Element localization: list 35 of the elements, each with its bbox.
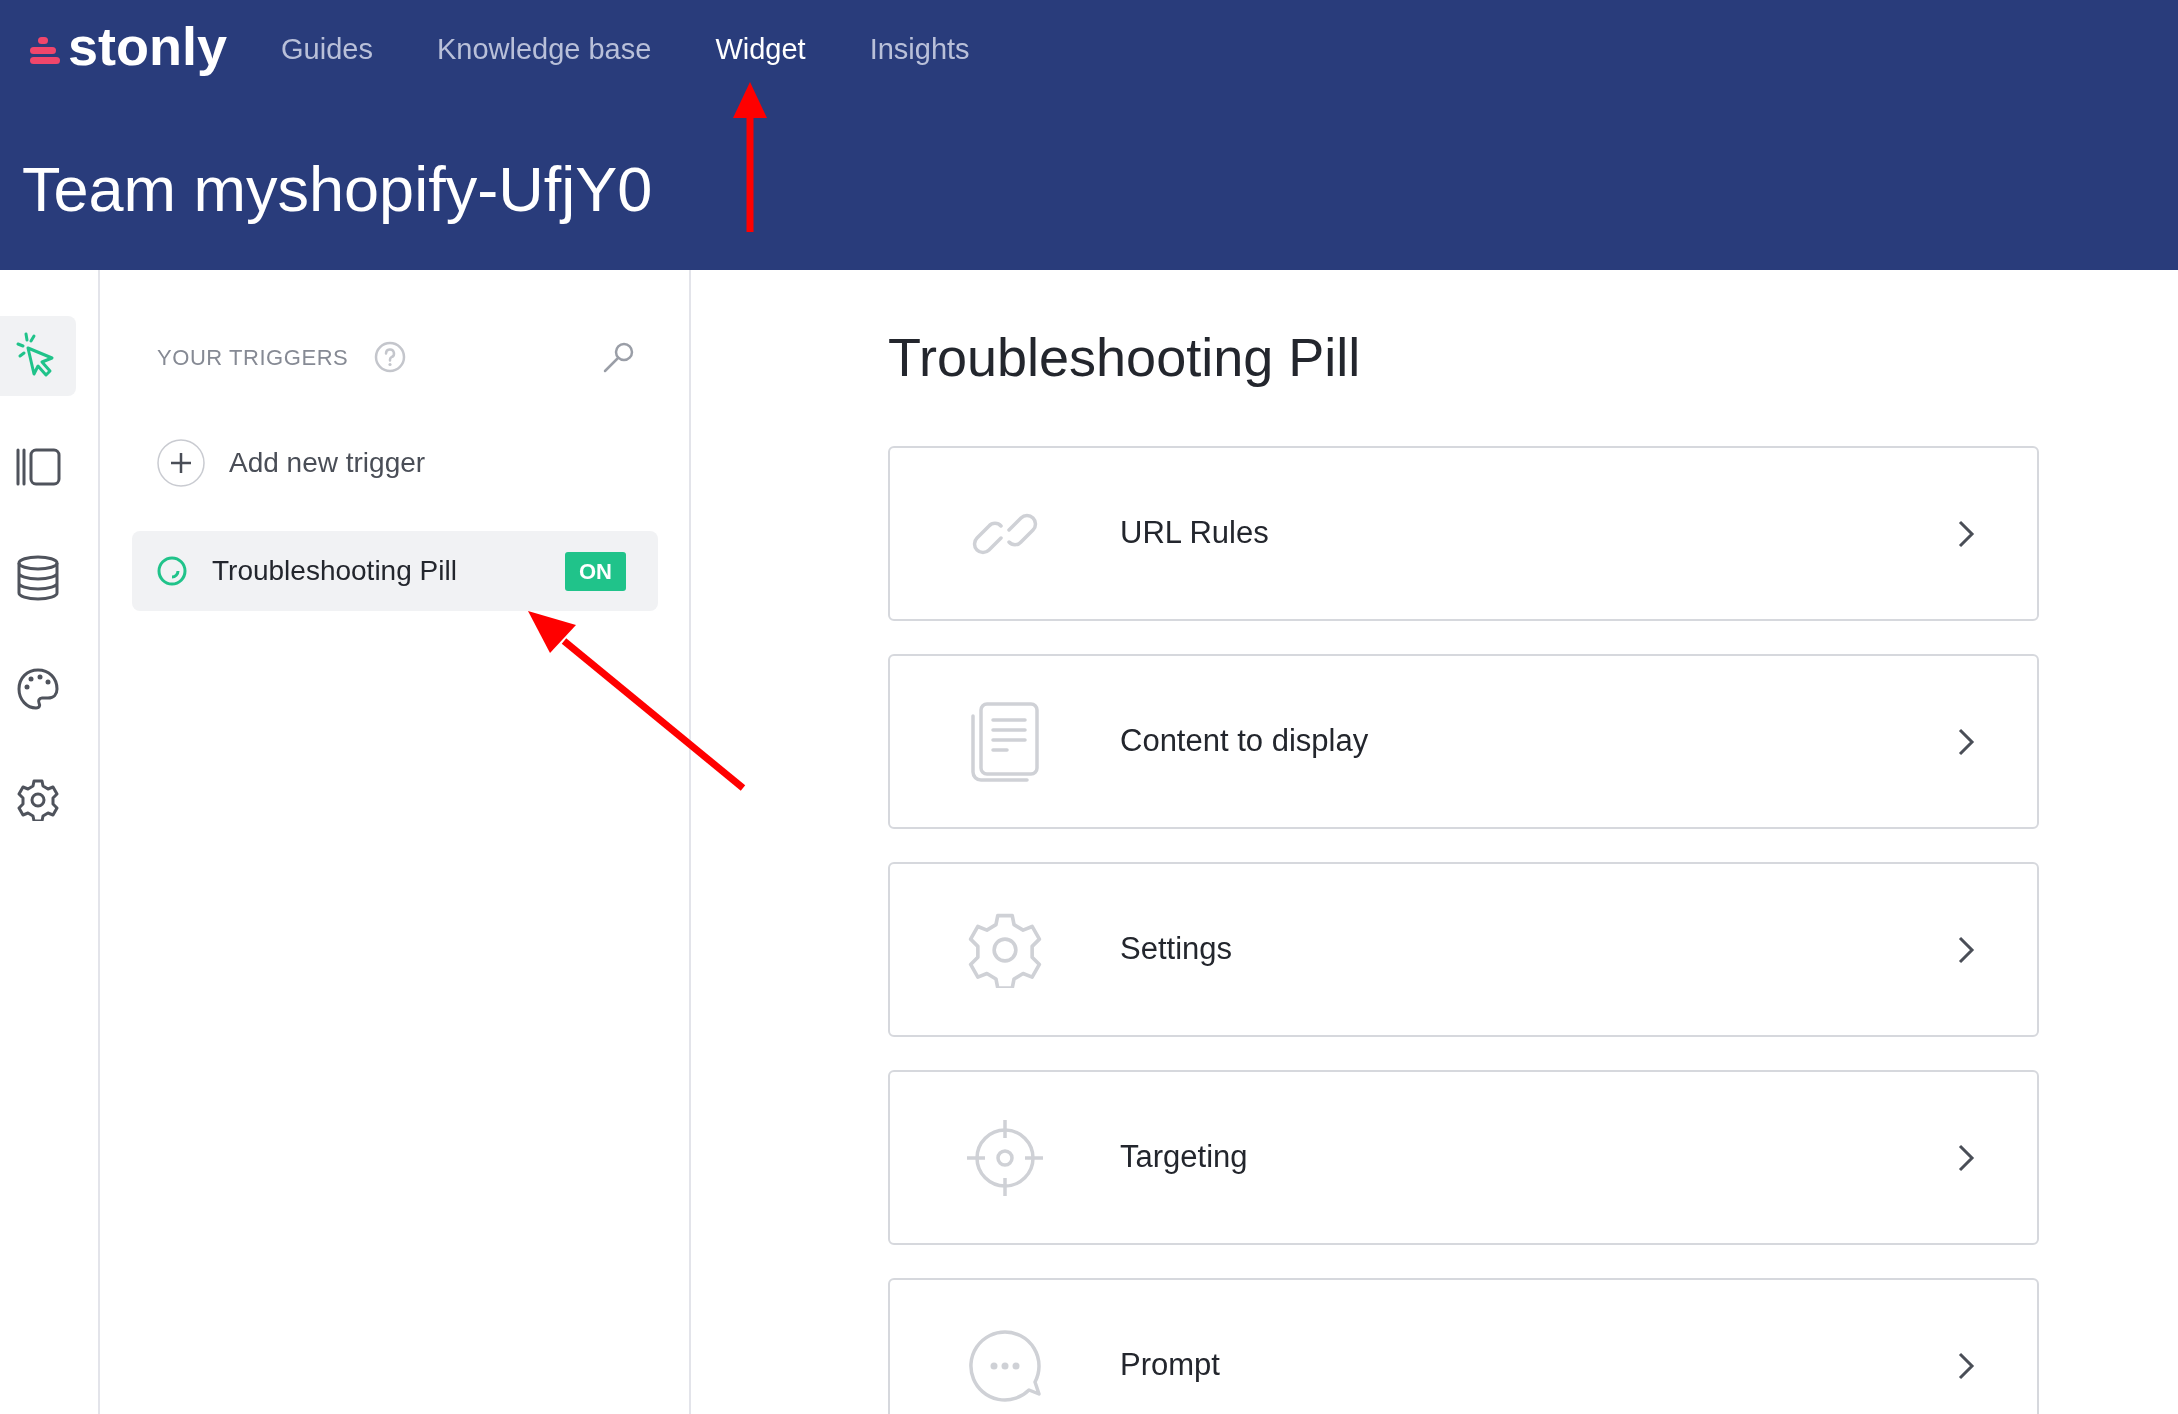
settings-card[interactable]: Prompt	[888, 1278, 2039, 1414]
card-label: Prompt	[1120, 1346, 1220, 1385]
chevron-right-icon	[1957, 934, 1975, 965]
target-icon	[965, 1117, 1045, 1198]
card-label: URL Rules	[1120, 514, 1269, 553]
status-badge: ON	[565, 551, 626, 591]
trigger-item[interactable]: Troubleshooting Pill ON	[132, 531, 658, 611]
settings-icon	[17, 779, 59, 821]
card-label: Content to display	[1120, 722, 1369, 761]
gear-icon	[967, 911, 1043, 988]
chat-icon	[967, 1327, 1043, 1404]
help-icon	[374, 341, 407, 373]
search-icon[interactable]	[602, 340, 636, 374]
document-icon	[969, 701, 1041, 782]
panels-icon	[15, 447, 61, 487]
settings-card[interactable]: Content to display	[888, 654, 2039, 829]
palette-icon	[16, 667, 60, 711]
settings-card[interactable]: Settings	[888, 862, 2039, 1037]
add-trigger-button[interactable]: Add new trigger	[157, 439, 426, 487]
trigger-name: Troubleshooting Pill	[212, 554, 457, 588]
nav-tab[interactable]: Insights	[869, 28, 970, 72]
nav-tab[interactable]: Widget	[715, 28, 806, 72]
nav-tab[interactable]: Knowledge base	[436, 28, 652, 72]
chevron-right-icon	[1957, 518, 1975, 549]
chevron-right-icon	[1957, 726, 1975, 757]
plus-icon	[157, 439, 205, 487]
card-label: Targeting	[1120, 1138, 1248, 1177]
settings-card[interactable]: Targeting	[888, 1070, 2039, 1245]
settings-card[interactable]: URL Rules	[888, 446, 2039, 621]
card-label: Settings	[1120, 930, 1232, 969]
chevron-right-icon	[1957, 1350, 1975, 1381]
nav-tab[interactable]: Guides	[281, 28, 373, 72]
chevron-right-icon	[1957, 1142, 1975, 1173]
section-heading: YOUR TRIGGERS	[157, 343, 349, 372]
database-icon	[16, 555, 60, 601]
